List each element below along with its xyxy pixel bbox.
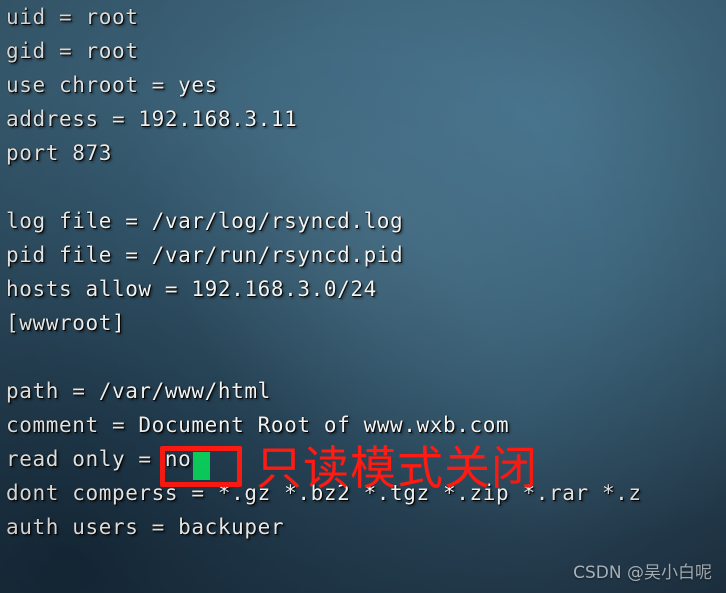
config-line: uid = root: [6, 5, 139, 29]
config-line: comment = Document Root of www.wxb.com: [6, 413, 510, 437]
csdn-watermark: CSDN @吴小白呢: [573, 563, 712, 583]
config-line: use chroot = yes: [6, 73, 218, 97]
annotation-note: 只读模式关闭: [256, 441, 538, 495]
config-line: port 873: [6, 141, 112, 165]
text-cursor-block: [193, 452, 210, 480]
config-line-blank: [6, 170, 726, 204]
desktop-screenshot: uid = root gid = root use chroot = yes a…: [0, 0, 726, 593]
config-line: address = 192.168.3.11: [6, 107, 298, 131]
config-line: gid = root: [6, 39, 139, 63]
config-line: log file = /var/log/rsyncd.log: [6, 209, 404, 233]
config-section-header: [wwwroot]: [6, 311, 126, 335]
config-line: pid file = /var/run/rsyncd.pid: [6, 243, 404, 267]
config-line: hosts allow = 192.168.3.0/24: [6, 277, 377, 301]
config-line-blank: [6, 340, 726, 374]
config-line: auth users = backuper: [6, 515, 285, 539]
config-line: path = /var/www/html: [6, 379, 271, 403]
